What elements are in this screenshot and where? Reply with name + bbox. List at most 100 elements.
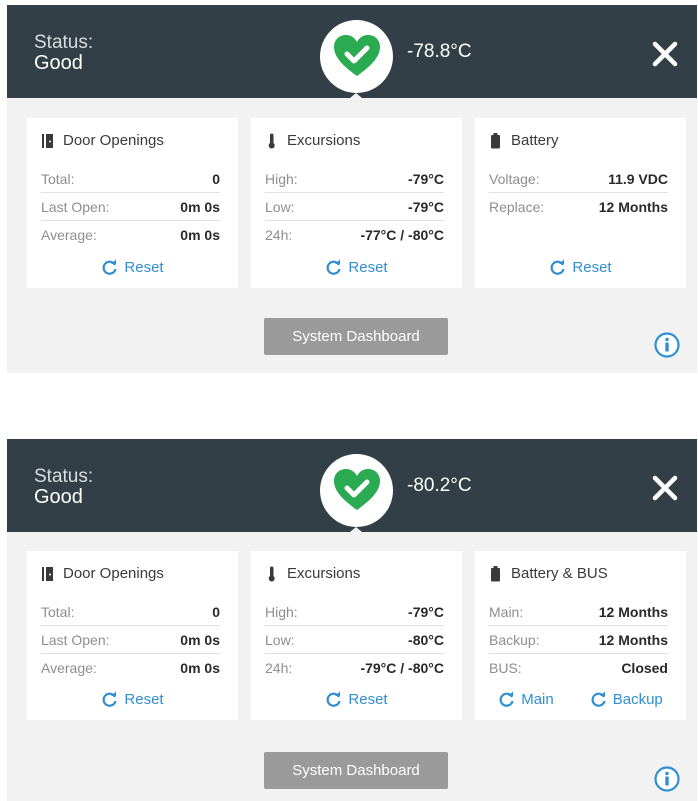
refresh-icon — [326, 691, 341, 707]
card-row: 24h: -77°C / -80°C — [265, 221, 444, 249]
card-row: Last Open: 0m 0s — [41, 626, 220, 654]
row-key: Average: — [41, 227, 97, 243]
card-actions: Reset — [27, 259, 238, 276]
card-rows: High: -79°C Low: -79°C 24h: -77°C / -80°C — [265, 165, 444, 249]
thermometer-icon — [268, 133, 275, 148]
system-dashboard-button[interactable]: System Dashboard — [264, 752, 448, 789]
system-dashboard-button[interactable]: System Dashboard — [264, 318, 448, 355]
card-title-label: Battery — [511, 132, 559, 149]
info-icon — [654, 766, 680, 792]
temperature-readout: -80.2°C — [407, 475, 472, 496]
row-key: Low: — [265, 198, 295, 215]
reset-main-button[interactable]: Main — [498, 691, 554, 708]
header-pointer — [344, 527, 368, 537]
card-rows: Total: 0 Last Open: 0m 0s Average: 0m 0s — [41, 165, 220, 249]
card-title: Door Openings — [41, 565, 164, 582]
row-value: 11.9 VDC — [608, 170, 668, 187]
card-title: Excursions — [265, 132, 360, 149]
row-value: 12 Months — [598, 199, 668, 215]
metric-cards: Door Openings Total: 0 Last Open: 0m 0s Av… — [27, 551, 686, 720]
row-value: 0m 0s — [180, 660, 220, 676]
reset-backup-button[interactable]: Backup — [590, 691, 663, 708]
battery-icon — [491, 132, 500, 148]
card-title: Excursions — [265, 565, 360, 582]
info-button[interactable] — [654, 766, 680, 792]
row-value: -79°C / -80°C — [360, 660, 444, 676]
battery-icon — [491, 565, 500, 581]
row-key: Last Open: — [41, 631, 110, 648]
card-row: Backup: 12 Months — [489, 626, 668, 654]
card-rows: Voltage: 11.9 VDC Replace: 12 Months — [489, 165, 668, 221]
card-row: Total: 0 — [41, 598, 220, 626]
row-value: -79°C — [408, 198, 444, 215]
card-rows: High: -79°C Low: -80°C 24h: -79°C / -80°C — [265, 598, 444, 682]
card-battery-bus: Battery & BUS Main: 12 Months Backup: 12 M… — [475, 551, 686, 720]
card-row: Last Open: 0m 0s — [41, 193, 220, 221]
door-icon — [42, 133, 53, 148]
status-label: Status: — [34, 32, 94, 53]
row-value: 12 Months — [598, 631, 668, 648]
status-value: Good — [34, 52, 83, 74]
reset-label: Reset — [124, 691, 164, 708]
card-row: 24h: -79°C / -80°C — [265, 654, 444, 682]
card-door-openings: Door Openings Total: 0 Last Open: 0m 0s Av… — [27, 118, 238, 288]
metric-cards: Door Openings Total: 0 Last Open: 0m 0s Av… — [27, 118, 686, 288]
status-header: Status: Good -78.8°C — [7, 5, 697, 103]
row-key: High: — [265, 170, 298, 187]
row-key: High: — [265, 603, 298, 620]
temperature-readout: -78.8°C — [407, 41, 472, 62]
row-key: Main: — [489, 603, 524, 620]
row-key: Total: — [41, 603, 75, 620]
reset-label: Reset — [348, 691, 388, 708]
card-row: High: -79°C — [265, 598, 444, 626]
row-value: 12 Months — [598, 603, 668, 620]
status-heart-badge — [320, 20, 393, 93]
refresh-icon — [550, 259, 565, 275]
close-icon — [652, 475, 678, 501]
row-value: -77°C / -80°C — [360, 227, 444, 243]
card-door-openings: Door Openings Total: 0 Last Open: 0m 0s Av… — [27, 551, 238, 720]
status-panel: Status: Good -80.2°C Door Openings Total… — [7, 439, 697, 801]
row-value: 0m 0s — [180, 198, 220, 215]
card-battery: Battery Voltage: 11.9 VDC Replace: 12 Mont… — [475, 118, 686, 288]
reset-label: Reset — [348, 259, 388, 276]
refresh-icon — [499, 691, 514, 707]
row-key: Low: — [265, 631, 295, 648]
row-key: Total: — [41, 170, 75, 187]
card-excursions: Excursions High: -79°C Low: -79°C 24h: -77°… — [251, 118, 462, 288]
row-key: BUS: — [489, 660, 522, 676]
door-icon — [42, 566, 53, 581]
reset-excursions-button[interactable]: Reset — [325, 691, 388, 708]
card-title-label: Door Openings — [63, 132, 164, 149]
card-row: BUS: Closed — [489, 654, 668, 682]
card-row: High: -79°C — [265, 165, 444, 193]
card-title-label: Excursions — [287, 565, 361, 582]
card-excursions: Excursions High: -79°C Low: -80°C 24h: -79°… — [251, 551, 462, 720]
row-value: -80°C — [408, 631, 444, 648]
close-button[interactable] — [650, 473, 680, 503]
card-title-label: Battery & BUS — [511, 565, 608, 582]
reset-battery-button[interactable]: Reset — [549, 259, 612, 276]
status-panel: Status: Good -78.8°C Door Openings Total… — [7, 5, 697, 373]
row-value: -79°C — [408, 603, 444, 620]
info-button[interactable] — [654, 332, 680, 358]
row-key: Replace: — [489, 199, 545, 215]
refresh-icon — [102, 259, 117, 275]
card-rows: Main: 12 Months Backup: 12 Months BUS: Clos… — [489, 598, 668, 682]
card-title-label: Door Openings — [63, 565, 164, 582]
card-title: Battery — [489, 132, 559, 149]
refresh-icon — [591, 691, 606, 707]
reset-door-openings-button[interactable]: Reset — [101, 259, 164, 276]
reset-excursions-button[interactable]: Reset — [325, 259, 388, 276]
info-icon — [654, 332, 680, 358]
close-icon — [652, 41, 678, 67]
close-button[interactable] — [650, 39, 680, 69]
thermometer-icon — [268, 566, 275, 581]
reset-door-openings-button[interactable]: Reset — [101, 691, 164, 708]
row-key: 24h: — [265, 227, 293, 243]
row-key: Backup: — [489, 631, 540, 648]
card-row: Replace: 12 Months — [489, 193, 668, 221]
card-row: Low: -80°C — [265, 626, 444, 654]
card-actions: Main Backup — [475, 691, 686, 708]
heart-check-icon — [334, 469, 380, 510]
